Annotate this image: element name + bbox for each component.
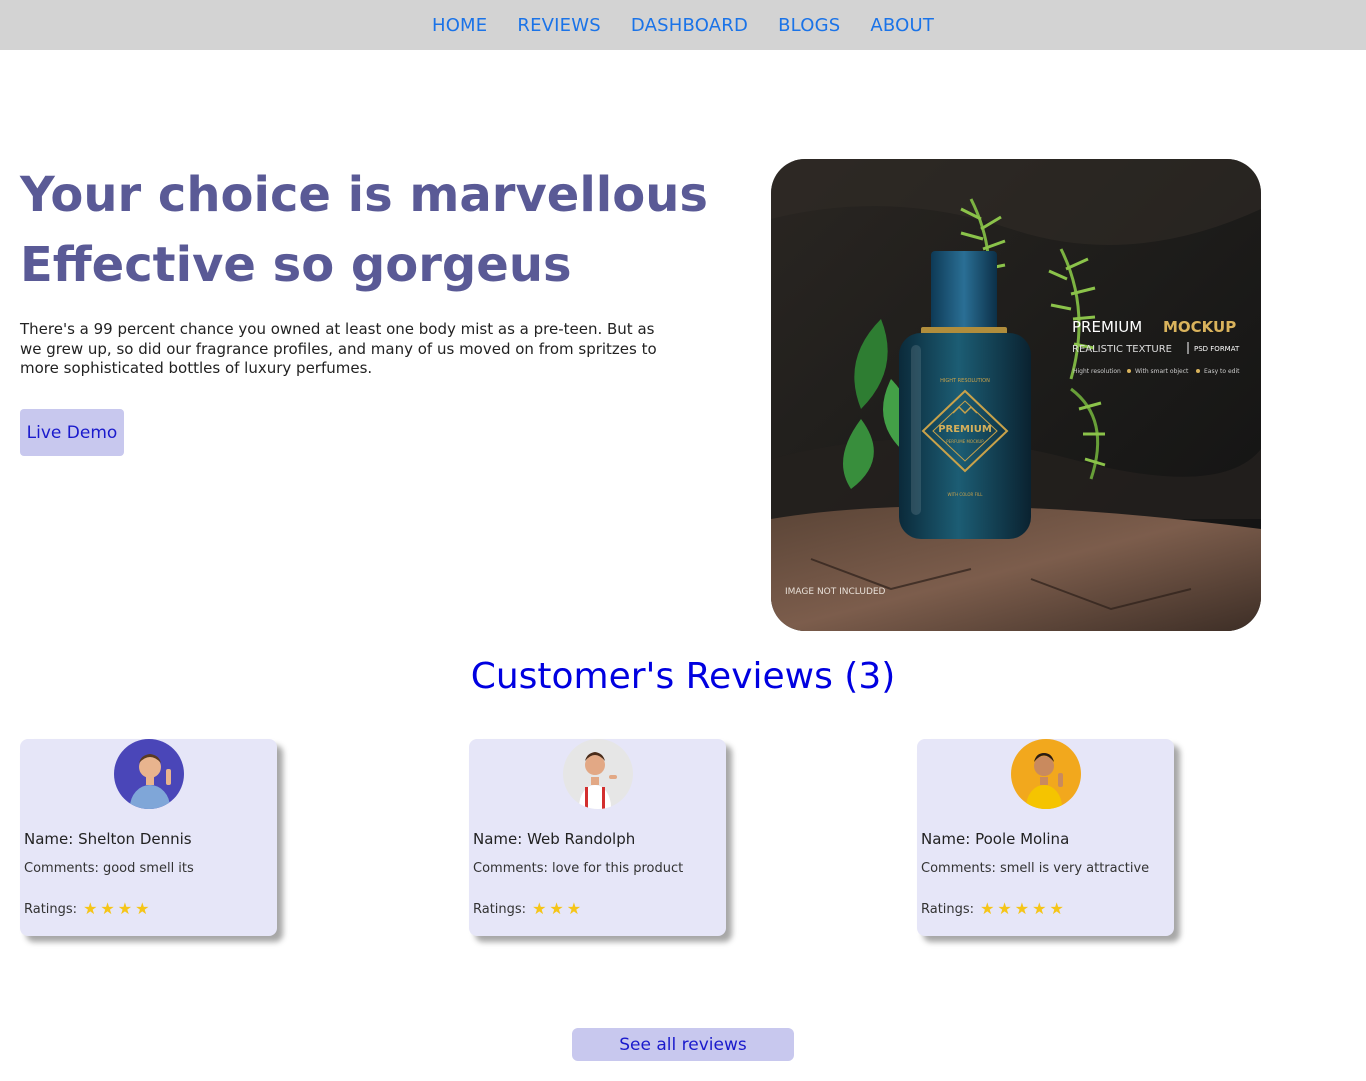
mockup-heading-right: MOCKUP <box>1163 318 1236 336</box>
see-all-reviews-button[interactable]: See all reviews <box>572 1028 794 1061</box>
star-icon: ★ <box>100 899 115 918</box>
man-avatar-icon <box>1011 739 1081 809</box>
hero-description: There's a 99 percent chance you owned at… <box>20 320 657 377</box>
image-not-included-note: IMAGE NOT INCLUDED <box>785 587 886 597</box>
bottle-top-text: HIGHT RESOLUTION <box>940 378 990 384</box>
mockup-subheading: REALISTIC TEXTURE <box>1072 344 1172 355</box>
hero-title: Your choice is marvellous Effective so g… <box>20 160 708 300</box>
nav-home-link[interactable]: HOME <box>432 15 487 36</box>
man-avatar-icon <box>563 739 633 809</box>
ratings-label: Ratings: <box>24 901 78 917</box>
nav-blogs-link[interactable]: BLOGS <box>778 15 840 36</box>
reviewer-name: Name: Web Randolph <box>473 830 636 848</box>
nav-dashboard-link[interactable]: DASHBOARD <box>631 15 748 36</box>
rating-stars: ★ ★ ★ <box>532 901 584 917</box>
nav-about-link[interactable]: ABOUT <box>870 15 934 36</box>
star-icon: ★ <box>117 899 133 918</box>
review-card: Name: Poole Molina Comments: smell is ve… <box>917 739 1174 936</box>
rating-row: Ratings: ★ ★ ★ ★ <box>24 901 152 917</box>
reviewer-name: Name: Shelton Dennis <box>24 830 192 848</box>
review-comment: Comments: love for this product <box>473 861 684 876</box>
reviews-section-title: Customer's Reviews (3) <box>470 656 896 697</box>
mockup-heading-left: PREMIUM <box>1072 318 1142 336</box>
man-avatar-icon <box>114 739 184 809</box>
mockup-format: PSD FORMAT <box>1194 345 1240 353</box>
mockup-feature-2: With smart object <box>1135 368 1189 375</box>
bottle-sub-text: PERFUME MOCKUP <box>946 439 984 444</box>
top-navbar: HOME REVIEWS DASHBOARD BLOGS ABOUT <box>0 0 1366 50</box>
rating-stars: ★ ★ ★ ★ ★ <box>980 901 1067 917</box>
star-icon: ★ <box>549 899 564 918</box>
bottle-label-text: PREMIUM <box>938 424 992 435</box>
rating-stars: ★ ★ ★ ★ <box>83 901 152 917</box>
live-demo-button[interactable]: Live Demo <box>20 409 124 456</box>
star-icon: ★ <box>83 899 98 918</box>
star-icon: ★ <box>1014 899 1030 918</box>
review-card: Name: Web Randolph Comments: love for th… <box>469 739 726 936</box>
hero-title-line-1: Your choice is marvellous <box>20 167 708 223</box>
bottle-bottom-text: WITH COLOR FILL <box>947 492 983 497</box>
reviewer-name: Name: Poole Molina <box>921 830 1070 848</box>
rating-row: Ratings: ★ ★ ★ ★ ★ <box>921 901 1067 917</box>
hero-title-line-2: Effective so gorgeus <box>20 237 572 293</box>
review-card: Name: Shelton Dennis Comments: good smel… <box>20 739 277 936</box>
star-icon: ★ <box>997 899 1012 918</box>
ratings-label: Ratings: <box>473 901 527 917</box>
star-icon: ★ <box>135 899 150 918</box>
star-icon: ★ <box>566 899 582 918</box>
star-icon: ★ <box>1049 899 1064 918</box>
star-icon: ★ <box>980 899 995 918</box>
star-icon: ★ <box>532 899 547 918</box>
nav-reviews-link[interactable]: REVIEWS <box>517 15 601 36</box>
perfume-product-image: HIGHT RESOLUTION PREMIUM PERFUME MOCKUP … <box>771 159 1261 631</box>
ratings-label: Ratings: <box>921 901 975 917</box>
star-icon: ★ <box>1032 899 1047 918</box>
mockup-feature-1: Hight resolution <box>1073 368 1121 375</box>
mockup-feature-3: Easy to edit <box>1204 368 1240 375</box>
review-comment: Comments: good smell its <box>24 861 194 876</box>
rating-row: Ratings: ★ ★ ★ <box>473 901 584 917</box>
review-comment: Comments: smell is very attractive <box>921 861 1150 876</box>
